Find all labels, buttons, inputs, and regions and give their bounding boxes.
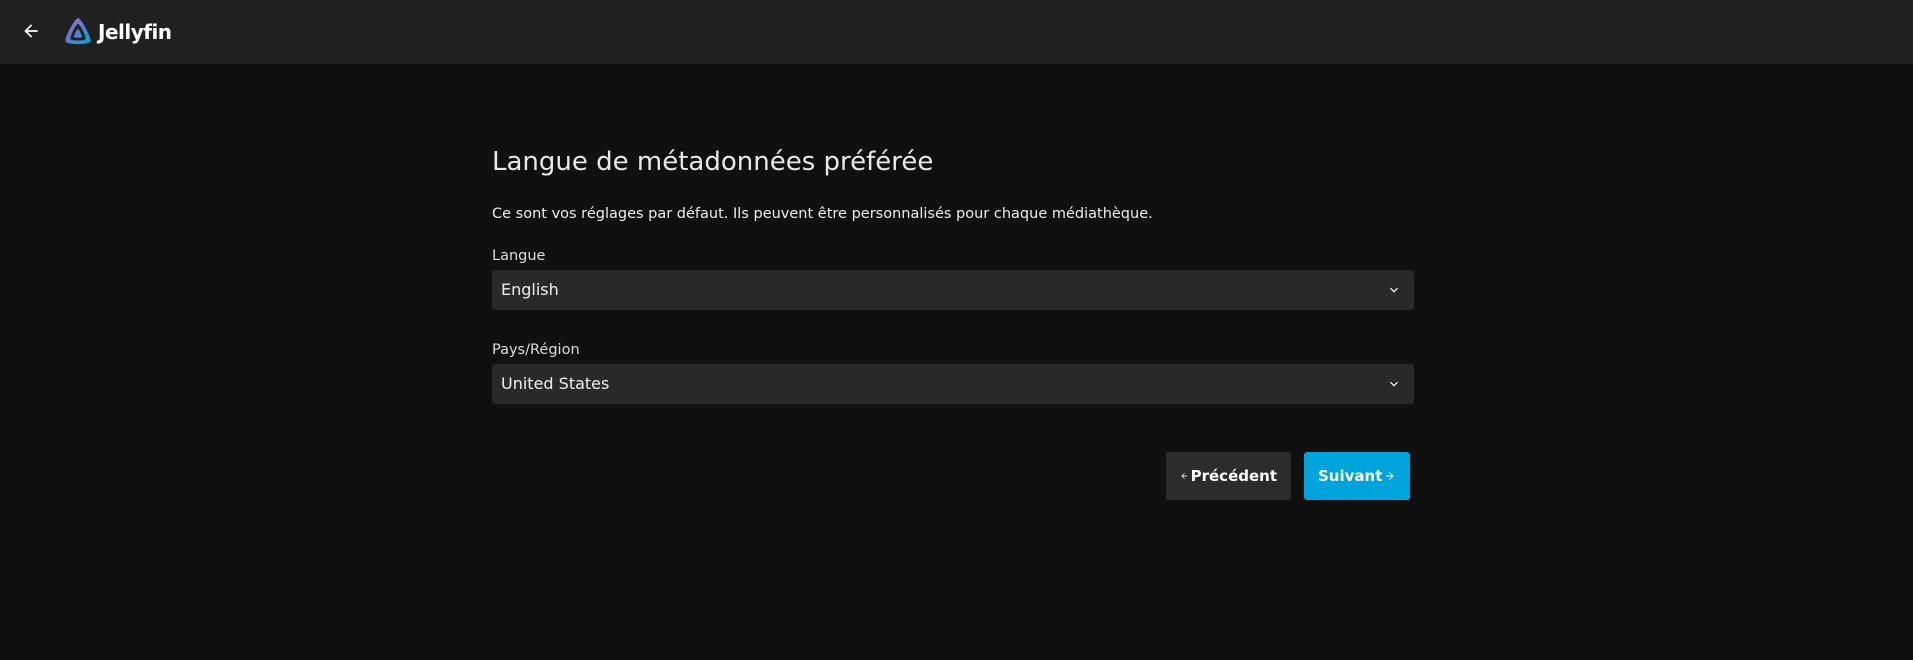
previous-button-label: Précédent — [1190, 467, 1277, 485]
page-description: Ce sont vos réglages par défaut. Ils peu… — [492, 206, 1153, 222]
arrow-right-icon — [1386, 472, 1395, 480]
language-select-value: English — [501, 280, 559, 299]
jellyfin-logo[interactable]: Jellyfin — [62, 16, 172, 48]
next-button[interactable]: Suivant — [1304, 452, 1410, 500]
chevron-down-icon — [1390, 287, 1398, 293]
chevron-down-icon — [1390, 381, 1398, 387]
next-button-label: Suivant — [1318, 467, 1383, 485]
app-header: Jellyfin — [0, 0, 1913, 64]
back-button[interactable] — [14, 14, 48, 48]
app-name: Jellyfin — [98, 20, 172, 44]
arrow-left-icon — [1181, 473, 1188, 479]
country-select[interactable]: United States — [492, 364, 1414, 404]
wizard-navigation: Précédent Suivant — [1166, 452, 1414, 500]
language-label: Langue — [492, 248, 546, 264]
country-select-value: United States — [501, 374, 610, 393]
page-title: Langue de métadonnées préférée — [492, 147, 934, 177]
arrow-left-icon — [24, 24, 38, 38]
language-select[interactable]: English — [492, 270, 1414, 310]
country-label: Pays/Région — [492, 342, 580, 358]
previous-button[interactable]: Précédent — [1166, 452, 1291, 500]
jellyfin-logo-icon — [65, 18, 91, 45]
wizard-form: Langue de métadonnées préférée Ce sont v… — [492, 140, 1414, 500]
